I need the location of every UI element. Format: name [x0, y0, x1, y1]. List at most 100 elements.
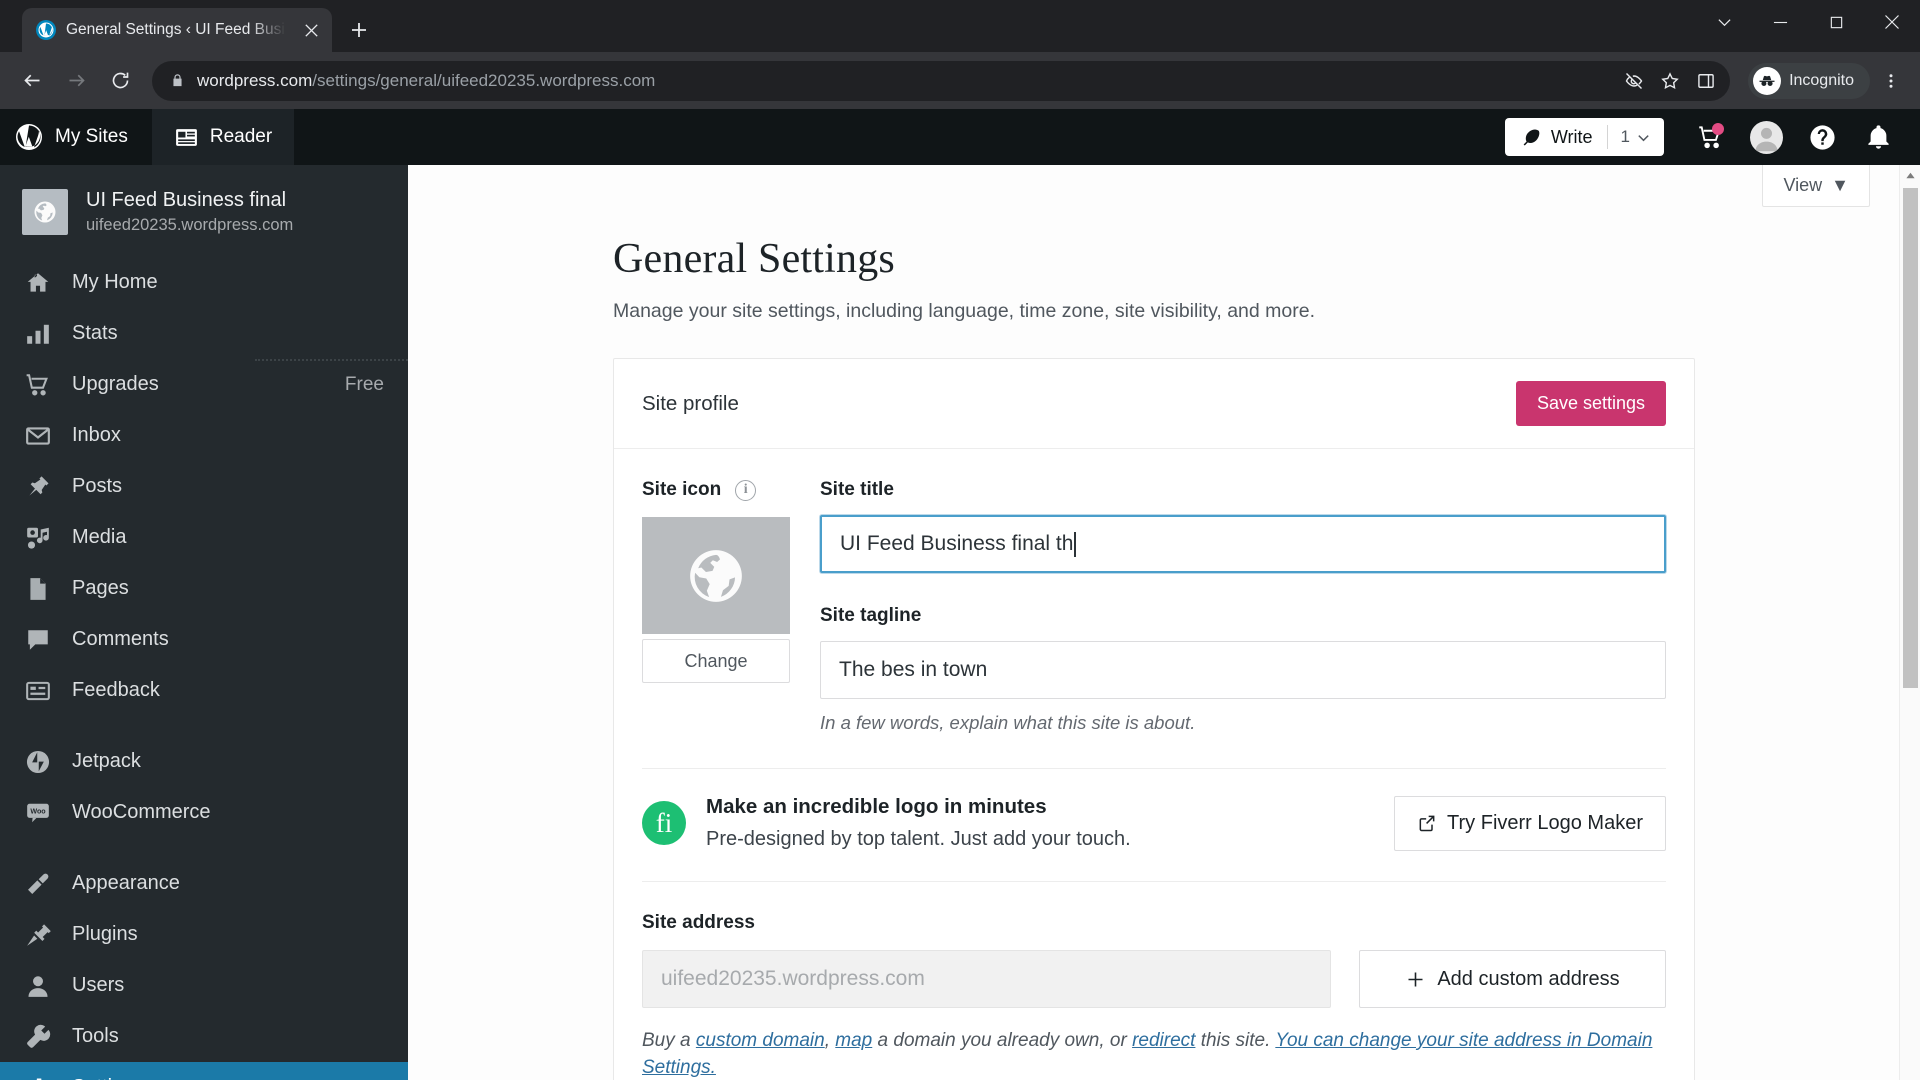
cart-icon	[24, 372, 52, 398]
write-count-value: 1	[1620, 127, 1630, 146]
sidebar-item-label: Posts	[72, 475, 123, 497]
star-icon[interactable]	[1660, 71, 1680, 91]
tab-title: General Settings ‹ UI Feed Busine	[66, 21, 288, 38]
wordpress-favicon-icon	[36, 20, 56, 40]
sidebar-item-woocommerce[interactable]: Woo WooCommerce	[0, 787, 408, 838]
sidebar-item-jetpack[interactable]: Jetpack	[0, 736, 408, 787]
sidebar-item-inbox[interactable]: Inbox	[0, 410, 408, 461]
sidebar-item-settings[interactable]: Settings	[0, 1062, 408, 1080]
card-header: Site profile Save settings	[614, 359, 1694, 449]
media-icon	[24, 525, 52, 551]
incognito-icon	[1753, 66, 1782, 95]
scrollbar-up-arrow-icon[interactable]	[1900, 165, 1920, 186]
sidebar-item-my-home[interactable]: My Home	[0, 257, 408, 308]
help-icon[interactable]	[1794, 109, 1850, 165]
sidebar-item-posts[interactable]: Posts	[0, 461, 408, 512]
sidebar-item-comments[interactable]: Comments	[0, 614, 408, 665]
sidebar-item-feedback[interactable]: Feedback	[0, 665, 408, 716]
back-arrow-icon[interactable]	[12, 61, 52, 101]
envelope-icon	[24, 423, 52, 449]
page-scrollbar[interactable]	[1899, 165, 1920, 1080]
url-text: wordpress.com/settings/general/uifeed202…	[197, 71, 1612, 91]
cart-badge-dot	[1712, 123, 1724, 135]
custom-domain-link[interactable]: custom domain	[696, 1030, 825, 1051]
sidebar-item-label: Media	[72, 526, 127, 548]
incognito-profile-button[interactable]: Incognito	[1748, 62, 1870, 99]
forward-arrow-icon[interactable]	[56, 61, 96, 101]
avatar[interactable]	[1738, 109, 1794, 165]
sidebar-item-pages[interactable]: Pages	[0, 563, 408, 614]
globe-icon	[690, 549, 742, 602]
masthead-right-actions: Write 1	[1504, 109, 1920, 165]
sidebar-site-header[interactable]: UI Feed Business final uifeed20235.wordp…	[0, 175, 408, 257]
window-close-icon[interactable]	[1864, 0, 1920, 44]
notifications-bell-icon[interactable]	[1850, 109, 1906, 165]
masthead-reader[interactable]: Reader	[151, 109, 295, 165]
browser-tab[interactable]: General Settings ‹ UI Feed Busine	[22, 8, 332, 52]
tab-close-icon[interactable]	[298, 17, 324, 43]
sidebar-item-users[interactable]: Users	[0, 960, 408, 1011]
maximize-icon[interactable]	[1808, 0, 1864, 44]
wordpress-masthead: My Sites Reader Write 1	[0, 109, 1920, 165]
write-label: Write	[1550, 126, 1593, 147]
masthead-my-sites[interactable]: My Sites	[0, 109, 152, 165]
site-tagline-input[interactable]: The bes in town	[820, 641, 1666, 699]
side-panel-icon[interactable]	[1696, 71, 1716, 91]
sidebar-item-label: Plugins	[72, 923, 138, 945]
sidebar-item-label: WooCommerce	[72, 801, 211, 823]
sidebar-item-media[interactable]: Media	[0, 512, 408, 563]
site-tagline-value: The bes in town	[839, 658, 988, 681]
external-link-icon	[1419, 815, 1435, 832]
new-tab-icon[interactable]	[342, 13, 376, 47]
sidebar-item-label: Pages	[72, 577, 129, 599]
sidebar-item-label: Jetpack	[72, 750, 141, 772]
redirect-link[interactable]: redirect	[1132, 1030, 1195, 1051]
map-domain-link[interactable]: map	[835, 1030, 872, 1051]
sidebar-item-upgrades[interactable]: Upgrades Free	[0, 359, 408, 410]
incognito-label: Incognito	[1789, 71, 1854, 89]
reload-icon[interactable]	[100, 61, 140, 101]
pin-icon	[24, 474, 52, 500]
view-button[interactable]: View ▼	[1762, 165, 1870, 207]
note-part-1: Buy a	[642, 1030, 696, 1051]
settings-icon	[24, 1075, 52, 1080]
sidebar-item-stats[interactable]: Stats	[0, 308, 408, 359]
chevron-down-icon	[1638, 134, 1649, 141]
site-address-label: Site address	[642, 912, 755, 933]
sidebar-item-tools[interactable]: Tools	[0, 1011, 408, 1062]
minimize-icon[interactable]	[1752, 0, 1808, 44]
main-content: View ▼ General Settings Manage your site…	[408, 165, 1920, 1080]
bar-chart-icon	[24, 321, 52, 347]
sidebar-item-label: Upgrades	[72, 373, 159, 395]
change-site-icon-button[interactable]: Change	[642, 639, 790, 683]
write-button-group[interactable]: Write 1	[1504, 118, 1664, 156]
sidebar-item-appearance[interactable]: Appearance	[0, 858, 408, 909]
save-settings-button[interactable]: Save settings	[1515, 381, 1666, 426]
browser-toolbar: wordpress.com/settings/general/uifeed202…	[0, 52, 1920, 109]
site-thumbnail-globe-icon	[22, 189, 68, 235]
cart-icon[interactable]	[1682, 109, 1738, 165]
add-custom-address-button[interactable]: Add custom address	[1359, 950, 1666, 1008]
url-domain: wordpress.com	[197, 70, 313, 90]
window-controls	[1696, 0, 1920, 44]
site-title-input[interactable]: UI Feed Business final th	[820, 515, 1666, 573]
page-subtitle: Manage your site settings, including lan…	[613, 300, 1316, 322]
try-fiverr-logo-maker-button[interactable]: Try Fiverr Logo Maker	[1394, 795, 1666, 851]
site-tagline-label: Site tagline	[820, 605, 922, 626]
write-count-dropdown[interactable]: 1	[1608, 118, 1664, 156]
masthead-reader-label: Reader	[209, 126, 273, 147]
promo-headline: Make an incredible logo in minutes	[706, 795, 1047, 818]
sidebar-item-label: Settings	[72, 1076, 144, 1080]
site-icon-label: Site icon	[642, 479, 722, 500]
address-bar[interactable]: wordpress.com/settings/general/uifeed202…	[152, 60, 1731, 101]
scrollbar-thumb[interactable]	[1903, 188, 1918, 688]
kebab-menu-icon[interactable]	[1874, 61, 1908, 101]
sidebar-nav: My Home Stats Upgrades Free Inbox Posts Media P…	[0, 257, 408, 1080]
eye-off-icon[interactable]	[1624, 71, 1644, 91]
write-button[interactable]: Write	[1505, 118, 1607, 156]
site-address-input[interactable]: uifeed20235.wordpress.com	[642, 950, 1331, 1008]
info-icon[interactable]: i	[735, 479, 757, 501]
sidebar-item-plugins[interactable]: Plugins	[0, 909, 408, 960]
chevron-down-icon[interactable]	[1696, 0, 1752, 44]
